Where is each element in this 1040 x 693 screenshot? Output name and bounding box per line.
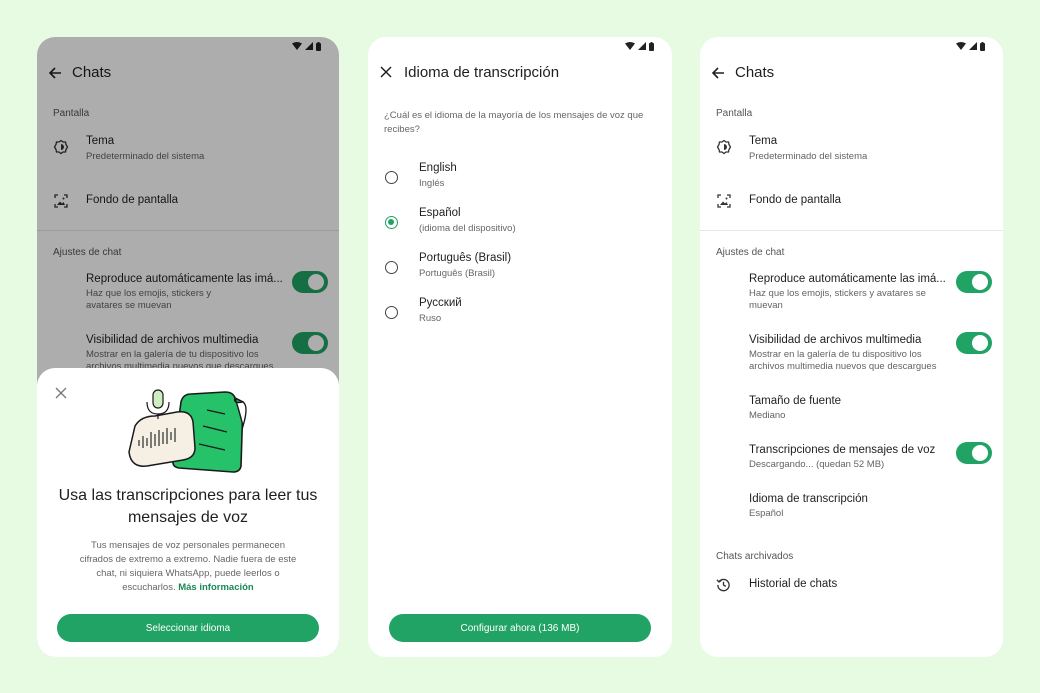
setting-title: Transcripciones de mensajes de voz [749,444,936,456]
media-visibility-toggle[interactable] [956,332,992,354]
sheet-body: Tus mensajes de voz personales permanece… [75,539,301,595]
setting-voice-transcripts[interactable]: Transcripciones de mensajes de voz Desca… [700,442,1003,472]
bottom-sheet: Usa las transcripciones para leer tus me… [37,368,339,657]
radio-button[interactable] [385,261,398,274]
signal-icon [969,42,977,50]
status-bar [625,41,654,51]
configure-now-button[interactable]: Configurar ahora (136 MB) [389,614,651,642]
setting-font-size[interactable]: Tamaño de fuente Mediano [700,393,1003,423]
language-name: Español [419,207,461,219]
setting-title: Idioma de transcripción [749,493,868,505]
language-name: English [419,162,457,174]
language-sublabel: (idioma del dispositivo) [419,223,516,234]
page-title: Chats [735,64,775,81]
wallpaper-icon [717,194,731,208]
setting-subtitle: Haz que los emojis, stickers y avatares … [749,288,926,311]
phone-screen-transcription-language: Idioma de transcripción ¿Cuál es el idio… [368,37,672,657]
select-language-button[interactable]: Seleccionar idioma [57,614,319,642]
close-icon[interactable] [55,387,67,399]
battery-icon [649,41,654,51]
section-label-archived: Chats archivados [716,551,794,562]
language-sublabel: Português (Brasil) [419,268,496,279]
setting-title: Tema [749,135,778,147]
setting-media-visibility[interactable]: Visibilidad de archivos multimedia Mostr… [700,332,1003,376]
setting-autoplay[interactable]: Reproduce automáticamente las imá... Haz… [700,271,1003,315]
radio-button[interactable] [385,306,398,319]
page-title: Idioma de transcripción [404,64,560,81]
section-label-chat-settings: Ajustes de chat [716,247,785,258]
wifi-icon [956,42,966,50]
setting-subtitle: Mediano [749,410,786,421]
language-name: Русский [419,297,462,309]
autoplay-toggle[interactable] [956,271,992,293]
setting-theme[interactable]: Tema Predeterminado del sistema [700,133,1003,169]
phone-screen-chats-settings: Chats Pantalla Tema Predeterminado del s… [700,37,1003,657]
language-option[interactable]: Português (Brasil) Português (Brasil) [368,252,672,292]
language-option[interactable]: English Inglés [368,162,672,202]
setting-chat-history[interactable]: Historial de chats [700,576,1003,598]
learn-more-link[interactable]: Más información [178,582,254,593]
voice-transcription-illustration [128,389,247,473]
theme-icon [716,139,732,155]
setting-title: Reproduce automáticamente las imá... [749,273,946,285]
setting-title: Fondo de pantalla [749,194,842,206]
battery-icon [980,41,985,51]
phone-screen-chats-with-sheet: Chats Pantalla Tema Predeterminado del s… [37,37,339,657]
language-option-selected[interactable]: Español (idioma del dispositivo) [368,207,672,247]
section-label-display: Pantalla [716,108,753,119]
setting-title: Historial de chats [749,578,838,590]
setting-title: Tamaño de fuente [749,395,842,407]
setting-subtitle: Predeterminado del sistema [749,151,868,162]
wifi-icon [625,42,635,50]
setting-title: Visibilidad de archivos multimedia [749,334,922,346]
app-bar: Idioma de transcripción [368,61,672,87]
setting-subtitle: Descargando... (quedan 52 MB) [749,459,885,470]
setting-subtitle: Español [749,508,784,519]
back-arrow-icon[interactable] [710,65,726,81]
app-bar: Chats [700,61,1003,87]
setting-transcription-language[interactable]: Idioma de transcripción Español [700,491,1003,521]
language-sublabel: Inglés [419,178,445,189]
divider [700,230,1003,231]
language-option[interactable]: Русский Ruso [368,297,672,337]
radio-button-selected[interactable] [385,216,398,229]
history-icon [716,578,730,592]
language-name: Português (Brasil) [419,252,512,264]
language-sublabel: Ruso [419,313,442,324]
sheet-headline: Usa las transcripciones para leer tus me… [58,487,318,526]
language-question: ¿Cuál es el idioma de la mayoría de los … [384,110,644,135]
signal-icon [638,42,646,50]
radio-button[interactable] [385,171,398,184]
close-icon[interactable] [380,66,392,78]
voice-transcripts-toggle[interactable] [956,442,992,464]
status-bar [956,41,985,51]
setting-wallpaper[interactable]: Fondo de pantalla [700,191,1003,217]
setting-subtitle: Mostrar en la galería de tu dispositivo … [749,349,937,372]
